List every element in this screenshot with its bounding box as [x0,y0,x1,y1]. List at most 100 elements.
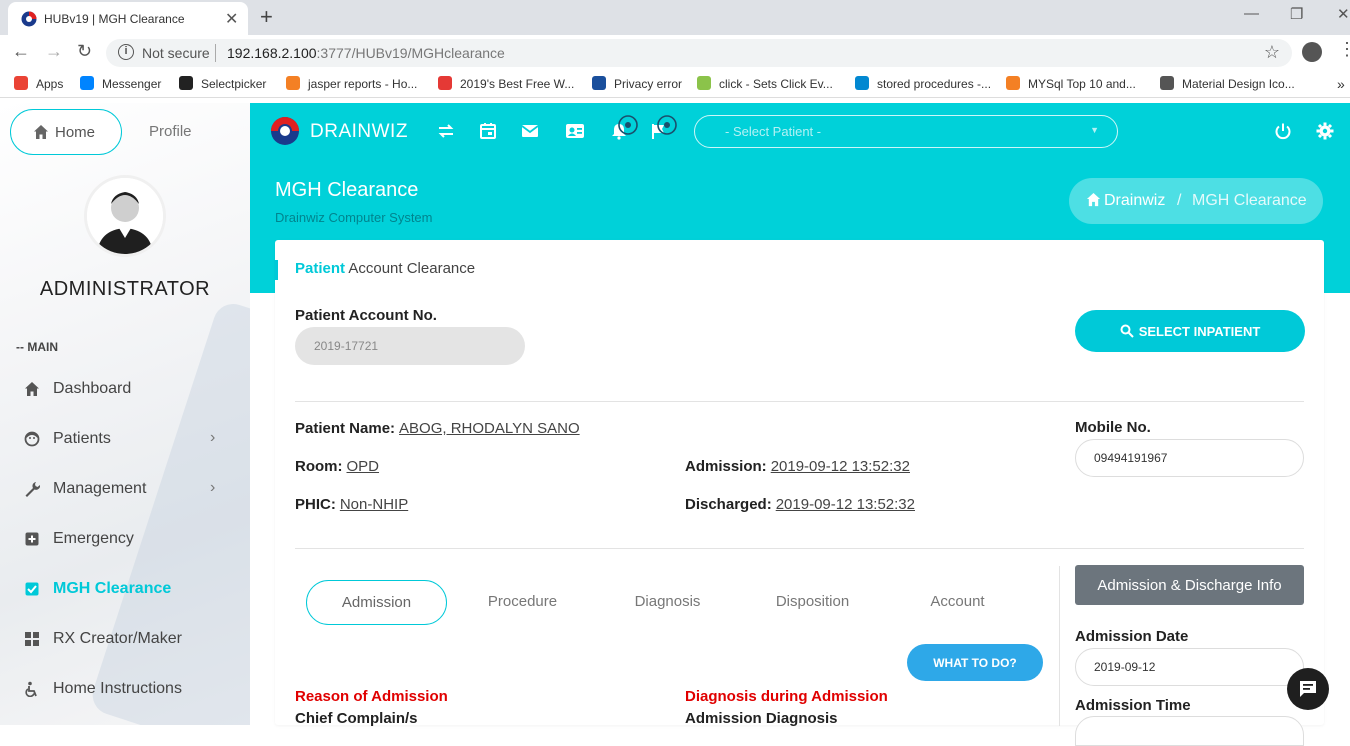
tab-admission[interactable]: Admission [306,580,447,625]
account-no-label: Patient Account No. [295,307,437,324]
mobile-input[interactable] [1075,439,1304,477]
bookmark-favicon-icon [1006,76,1020,90]
url-text[interactable]: 192.168.2.100:3777/HUBv19/MGHclearance [227,45,505,61]
patient-name-label: Patient Name: [295,420,396,437]
card-accent-bar [275,260,278,280]
contact-card-icon[interactable] [565,122,585,140]
page-title: MGH Clearance [275,179,419,201]
bookmark-label: Selectpicker [201,77,267,91]
restore-icon[interactable]: ❐ [1290,5,1303,23]
bookmark-favicon-icon [80,76,94,90]
browser-tab[interactable]: HUBv19 | MGH Clearance ✕ [8,2,248,35]
admission-discharge-info-button[interactable]: Admission & Discharge Info [1075,565,1304,605]
discharged-value[interactable]: 2019-09-12 13:52:32 [776,496,915,513]
bookmark-star-icon[interactable]: ☆ [1264,42,1280,63]
gear-icon[interactable] [1316,122,1334,140]
bookmark-item[interactable]: Selectpicker [179,76,266,91]
back-icon[interactable]: ← [12,41,30,62]
browser-menu-icon[interactable]: ⋮ [1338,39,1350,60]
forward-icon[interactable]: → [45,41,63,62]
bookmark-item[interactable]: MYSql Top 10 and... [1006,76,1136,91]
room-row: Room: OPD [295,458,379,475]
home-button[interactable]: Home [10,109,122,155]
bookmark-label: MYSql Top 10 and... [1028,77,1136,91]
diagnosis-during-admission-heading: Diagnosis during Admission [685,688,888,705]
bookmark-item[interactable]: click - Sets Click Ev... [697,76,833,91]
admission-time-input[interactable] [1075,716,1304,746]
bookmark-label: click - Sets Click Ev... [719,77,833,91]
divider [295,401,1304,402]
home-button-label: Home [55,124,96,141]
swap-icon[interactable] [437,122,455,140]
window-close-icon[interactable]: ✕ [1337,5,1350,23]
search-icon [1120,324,1134,338]
bookmark-favicon-icon [697,76,711,90]
admission-date-input[interactable] [1075,648,1304,686]
select-inpatient-button[interactable]: SELECT INPATIENT [1075,310,1305,352]
wrench-icon [25,482,40,497]
tab-disposition[interactable]: Disposition [755,580,870,625]
select-inpatient-label: SELECT INPATIENT [1138,323,1261,339]
mobile-label: Mobile No. [1075,419,1151,436]
bookmark-item[interactable]: Privacy error [592,76,682,91]
bookmark-item[interactable]: Messenger [80,76,161,91]
column-divider [1059,566,1060,726]
wheelchair-icon [25,681,37,697]
bookmark-item[interactable]: Apps [14,76,63,91]
sidebar-item-rx-creator-maker[interactable]: RX Creator/Maker [24,628,224,652]
bookmark-favicon-icon [438,76,452,90]
breadcrumb-home-link[interactable]: Drainwiz [1104,192,1165,210]
power-icon[interactable] [1274,122,1292,140]
account-no-input[interactable] [295,327,525,365]
home-icon [25,382,39,396]
bookmark-favicon-icon [1160,76,1174,90]
bookmark-item[interactable]: 2019's Best Free W... [438,76,574,91]
url-host: 192.168.2.100 [227,45,317,61]
omnibox[interactable]: i Not secure 192.168.2.100:3777/HUBv19/M… [106,39,1292,67]
tab-diagnosis[interactable]: Diagnosis [615,580,720,625]
sidebar-item-home-instructions[interactable]: Home Instructions [24,678,224,702]
sidebar-item-mgh-clearance[interactable]: MGH Clearance [24,578,224,602]
sidebar-item-management[interactable]: Management › [24,478,224,502]
sidebar-item-dashboard[interactable]: Dashboard [24,378,224,402]
calendar-icon[interactable] [479,122,497,140]
minimize-icon[interactable]: — [1244,5,1259,22]
discharged-row: Discharged: 2019-09-12 13:52:32 [685,496,915,513]
patient-select[interactable]: - Select Patient - ▼ [694,115,1118,148]
chevron-right-icon: › [210,429,216,446]
bookmark-favicon-icon [855,76,869,90]
chevron-right-icon: › [210,479,216,496]
admission-time-label: Admission Time [1075,697,1191,714]
card-title-rest: Account Clearance [345,260,476,277]
tab-close-icon[interactable]: ✕ [225,9,238,29]
tab-procedure[interactable]: Procedure [465,580,580,625]
omnibox-divider [215,44,216,62]
sidebar-item-emergency[interactable]: Emergency [24,528,224,552]
card-title-highlight: Patient [295,260,346,277]
profile-link[interactable]: Profile [149,123,192,140]
avatar [84,175,166,257]
account-icon[interactable] [1302,42,1322,62]
reload-icon[interactable]: ↻ [77,41,92,62]
plus-box-icon [25,532,39,546]
bookmark-item[interactable]: stored procedures -... [855,76,991,91]
grid-icon [25,632,39,646]
what-to-do-button[interactable]: WHAT TO DO? [907,644,1043,681]
sidebar-item-label: Home Instructions [53,680,182,697]
new-tab-icon[interactable]: + [260,4,273,30]
bookmark-label: jasper reports - Ho... [308,77,418,91]
chat-button[interactable] [1287,668,1329,710]
phic-value[interactable]: Non-NHIP [340,496,408,513]
sidebar-item-patients[interactable]: Patients › [24,428,224,452]
room-value[interactable]: OPD [347,458,380,475]
bookmark-item[interactable]: Material Design Ico... [1160,76,1295,91]
mail-icon[interactable] [521,122,539,140]
site-info-icon[interactable]: i [118,44,134,60]
sidebar: Home Profile ADMINISTRATOR -- MAIN Dashb… [0,103,250,725]
sidebar-item-label: Emergency [53,530,134,547]
patient-name-value[interactable]: ABOG, RHODALYN SANO [399,420,580,437]
more-bookmarks-icon[interactable]: » [1337,76,1345,92]
tab-account[interactable]: Account [910,580,1005,625]
admission-value[interactable]: 2019-09-12 13:52:32 [771,458,910,475]
bookmark-item[interactable]: jasper reports - Ho... [286,76,417,91]
